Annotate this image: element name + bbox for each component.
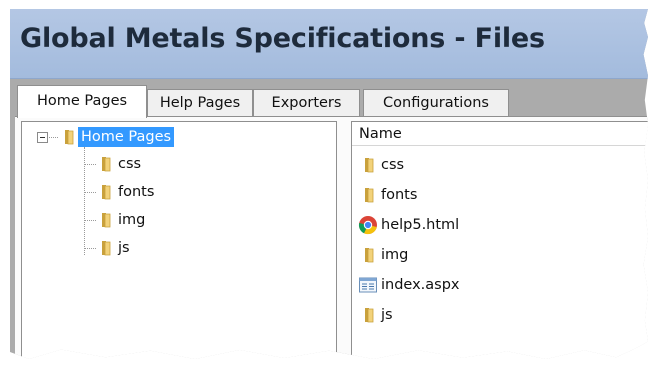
file-item-img[interactable]: img <box>360 244 411 266</box>
file-item-css[interactable]: css <box>360 154 407 176</box>
folder-icon <box>360 306 378 324</box>
tab-exporters[interactable]: Exporters <box>253 89 360 117</box>
folder-icon <box>360 186 378 204</box>
aspx-file-icon <box>358 275 378 295</box>
title-bar: Global Metals Specifications - Files <box>10 9 648 79</box>
files-window: Global Metals Specifications - Files Hom… <box>10 9 648 359</box>
tree-item-fonts[interactable]: fonts <box>97 181 157 203</box>
name-column-header[interactable]: Name <box>352 122 648 146</box>
tree-connector <box>84 220 96 221</box>
chrome-icon <box>358 215 378 235</box>
tree-connector <box>84 192 96 193</box>
folder-icon <box>60 128 78 146</box>
file-item-fonts[interactable]: fonts <box>360 184 420 206</box>
tab-configurations[interactable]: Configurations <box>363 89 509 117</box>
tab-strip: Home Pages Help Pages Exporters Configur… <box>17 85 637 118</box>
tree-item-home-pages[interactable]: Home Pages <box>60 126 175 148</box>
folder-icon <box>97 155 115 173</box>
file-item-help5-html[interactable]: help5.html <box>358 214 462 236</box>
tab-home-pages[interactable]: Home Pages <box>17 85 147 118</box>
screenshot-frame: Global Metals Specifications - Files Hom… <box>10 9 648 359</box>
window-title: Global Metals Specifications - Files <box>20 23 545 54</box>
file-list[interactable]: Name css fonts help5.html img index.aspx… <box>351 121 648 359</box>
file-item-js[interactable]: js <box>360 304 396 326</box>
tab-content: Home Pages css fonts img js Name css fon… <box>15 116 648 359</box>
folder-icon <box>360 246 378 264</box>
tree-connector <box>49 137 58 138</box>
folder-icon <box>97 239 115 257</box>
tree-connector <box>84 164 96 165</box>
folder-icon <box>360 156 378 174</box>
tree-item-css[interactable]: css <box>97 153 144 175</box>
tree-item-js[interactable]: js <box>97 237 133 259</box>
collapse-toggle[interactable] <box>37 132 48 143</box>
tree-connector <box>84 248 96 249</box>
tab-help-pages[interactable]: Help Pages <box>147 89 253 117</box>
file-item-index-aspx[interactable]: index.aspx <box>358 274 463 296</box>
folder-tree[interactable]: Home Pages css fonts img js <box>21 121 337 359</box>
tree-item-img[interactable]: img <box>97 209 148 231</box>
folder-icon <box>97 183 115 201</box>
folder-icon <box>97 211 115 229</box>
